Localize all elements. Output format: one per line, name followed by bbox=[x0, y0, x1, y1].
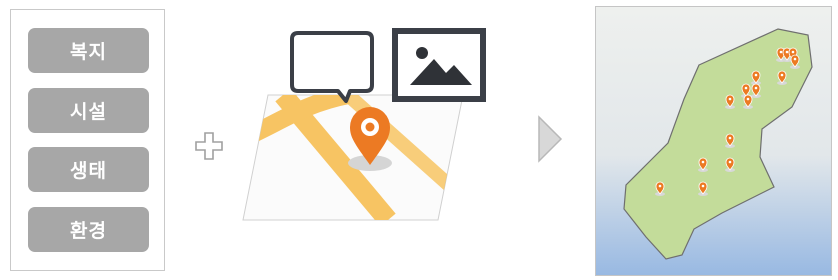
map-marker bbox=[750, 83, 762, 99]
speech-bubble-icon bbox=[290, 31, 374, 103]
map-marker bbox=[697, 157, 709, 173]
result-map bbox=[596, 7, 831, 275]
map-marker bbox=[789, 54, 801, 70]
map-marker bbox=[750, 70, 762, 86]
result-map-panel bbox=[595, 6, 832, 276]
map-content-illustration bbox=[242, 28, 486, 221]
map-marker bbox=[742, 94, 754, 110]
category-ecology-button[interactable]: 생태 bbox=[28, 147, 149, 192]
map-marker bbox=[724, 157, 736, 173]
image-icon bbox=[392, 28, 486, 102]
plus-icon bbox=[195, 132, 223, 160]
map-marker bbox=[697, 181, 709, 197]
category-facility-button[interactable]: 시설 bbox=[28, 88, 149, 133]
category-panel: 복지 시설 생태 환경 bbox=[10, 9, 165, 271]
category-environment-button[interactable]: 환경 bbox=[28, 207, 149, 252]
map-marker bbox=[724, 94, 736, 110]
category-welfare-button[interactable]: 복지 bbox=[28, 28, 149, 73]
map-marker bbox=[654, 181, 666, 197]
map-marker bbox=[776, 70, 788, 86]
location-pin-icon bbox=[348, 107, 392, 171]
play-arrow-icon bbox=[538, 115, 563, 163]
map-marker bbox=[724, 133, 736, 149]
